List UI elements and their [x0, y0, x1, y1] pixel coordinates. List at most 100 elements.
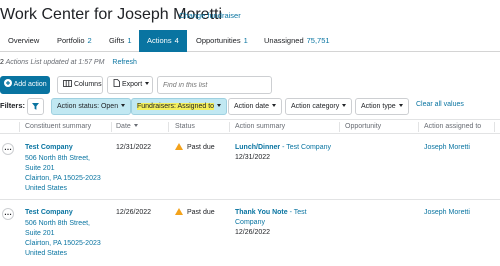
action-date: 12/26/2022 [116, 209, 152, 216]
col-action-summary[interactable]: Action summary [235, 120, 285, 134]
action-summary-link[interactable]: Lunch/Dinner [235, 144, 280, 151]
list-status: 2 Actions List updated at 1:57 PM Refres… [0, 59, 137, 66]
tab-bar: Overview Portfolio 2 Gifts 1 Actions 4 Oppo… [0, 30, 500, 52]
chip-label: Action category [291, 103, 340, 110]
warning-icon [175, 143, 183, 150]
column-divider [111, 122, 112, 132]
funnel-icon [32, 103, 39, 110]
tab-count: 2 [87, 36, 92, 45]
row-context-menu-button[interactable]: … [2, 208, 14, 220]
filter-toggle-button[interactable] [27, 98, 44, 115]
table-header: Constituent summary Date Status Action s… [0, 119, 500, 134]
tab-label: Actions [147, 36, 172, 45]
chevron-down-icon [272, 104, 277, 107]
assigned-to-link[interactable]: Joseph Moretti [424, 143, 470, 153]
action-summary-link[interactable]: Thank You Note [235, 209, 288, 216]
column-divider [418, 122, 419, 132]
chevron-down-icon [121, 104, 126, 107]
col-constituent[interactable]: Constituent summary [25, 120, 91, 134]
add-action-label: Add action [13, 81, 47, 88]
columns-icon [63, 80, 72, 87]
summary-company: Test [293, 209, 307, 216]
chip-label: Fundraisers: Assigned to [137, 103, 215, 110]
tab-actions[interactable]: Actions 4 [139, 30, 187, 52]
status-text: Past due [187, 209, 215, 216]
address-line: Suite 201 [25, 165, 55, 172]
chevron-down-icon [342, 104, 347, 107]
status-text: Past due [187, 144, 215, 151]
tab-label: Gifts [109, 36, 125, 45]
col-opportunity[interactable]: Opportunity [345, 120, 381, 134]
col-date-label: Date [116, 123, 131, 130]
columns-label: Columns [73, 81, 102, 88]
columns-button[interactable]: Columns [57, 76, 103, 94]
tab-portfolio[interactable]: Portfolio 2 [57, 30, 92, 52]
tab-gifts[interactable]: Gifts 1 [109, 30, 132, 52]
col-status[interactable]: Status [175, 120, 195, 134]
constituent-link[interactable]: Test Company [25, 143, 73, 153]
address-line: United States [25, 250, 68, 257]
filter-action-status[interactable]: Action status: Open [51, 98, 132, 115]
col-assigned-to[interactable]: Action assigned to [424, 120, 481, 134]
tab-count: 1 [243, 36, 248, 45]
address-line: Clairton, PA 15025-2023 [25, 240, 101, 247]
address-line: United States [25, 185, 68, 192]
tab-label: Overview [8, 36, 40, 45]
column-divider [168, 122, 169, 132]
column-divider [339, 122, 340, 132]
summary-company: Test Company [286, 144, 331, 151]
col-date[interactable]: Date [116, 120, 138, 134]
plus-circle-icon [4, 79, 12, 87]
list-updated-text: Actions List updated at 1:57 PM [5, 59, 105, 66]
assigned-to-link[interactable]: Joseph Moretti [424, 208, 470, 218]
action-summary-date: 12/31/2022 [235, 154, 271, 161]
table-row: … Test Company 506 North 8th Street, Sui… [0, 134, 500, 200]
action-summary-date: 12/26/2022 [235, 229, 271, 236]
action-date: 12/31/2022 [116, 144, 152, 151]
column-divider [19, 122, 20, 132]
chevron-down-icon [145, 82, 150, 85]
tab-label: Unassigned [264, 36, 304, 45]
summary-company-continued: Company [235, 219, 265, 226]
tab-count: 4 [174, 36, 179, 45]
export-icon [113, 79, 120, 87]
tab-unassigned[interactable]: Unassigned 75,751 [264, 30, 330, 52]
sort-desc-icon [133, 124, 138, 127]
action-summary: Lunch/Dinner - Test Company [235, 143, 331, 153]
filter-fundraisers[interactable]: Fundraisers: Assigned to [131, 98, 228, 115]
change-fundraiser-link[interactable]: Change fundraiser [179, 11, 241, 20]
tab-opportunities[interactable]: Opportunities 1 [196, 30, 248, 52]
column-divider [229, 122, 230, 132]
action-summary: Thank You Note - Test [235, 208, 307, 218]
clear-all-link[interactable]: Clear all values [416, 101, 464, 108]
chip-label: Action type [361, 103, 396, 110]
add-action-button[interactable]: Add action [0, 76, 50, 94]
chip-label: Action status: Open [57, 103, 119, 110]
filter-action-date[interactable]: Action date [228, 98, 283, 115]
status-badge: Past due [175, 143, 215, 153]
list-count: 2 [0, 59, 4, 66]
filter-action-category[interactable]: Action category [285, 98, 353, 115]
address-line: Suite 201 [25, 230, 55, 237]
constituent-link[interactable]: Test Company [25, 208, 73, 218]
address-line: 506 North 8th Street, [25, 220, 90, 227]
tab-count: 1 [127, 36, 132, 45]
address-line: 506 North 8th Street, [25, 155, 90, 162]
chip-label: Action date [234, 103, 270, 110]
tab-label: Opportunities [196, 36, 241, 45]
export-label: Export [121, 81, 143, 88]
filter-action-type[interactable]: Action type [355, 98, 409, 115]
column-divider [494, 122, 495, 132]
chevron-down-icon [398, 104, 403, 107]
warning-icon [175, 208, 183, 215]
refresh-link[interactable]: Refresh [112, 59, 137, 66]
filter-bar: Filters: Action status: Open Fundraisers… [0, 98, 500, 115]
address-line: Clairton, PA 15025-2023 [25, 175, 101, 182]
tab-count: 75,751 [306, 36, 330, 45]
search-input[interactable] [157, 76, 272, 94]
tab-overview[interactable]: Overview [8, 30, 39, 52]
table-row: … Test Company 506 North 8th Street, Sui… [0, 200, 500, 266]
export-button[interactable]: Export [107, 76, 153, 94]
status-badge: Past due [175, 208, 215, 218]
row-context-menu-button[interactable]: … [2, 143, 14, 155]
